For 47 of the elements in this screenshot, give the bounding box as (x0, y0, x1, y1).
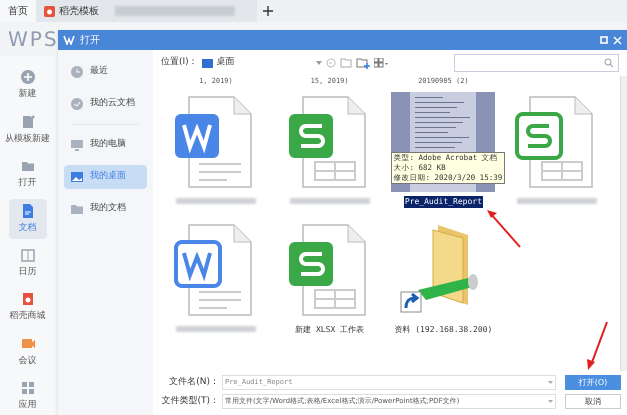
maximize-icon[interactable] (600, 36, 608, 44)
rail-item[interactable]: 打开 (8, 154, 46, 194)
rail-item[interactable]: 日历 (8, 244, 46, 283)
rail-item[interactable]: 新建 (8, 66, 46, 106)
place-item[interactable]: 最近 (64, 60, 147, 84)
filetype-label: 文件类型(T)： (160, 394, 219, 408)
close-icon[interactable] (613, 36, 622, 44)
cloud-icon (70, 97, 84, 111)
rail-item[interactable]: 稻壳商城 (8, 288, 46, 328)
search-field[interactable] (454, 54, 619, 72)
monitor-icon (70, 138, 84, 152)
app-logo-icon (63, 35, 75, 45)
location-dropdown[interactable]: 桌面 (202, 56, 322, 70)
clock-icon (70, 65, 84, 79)
apps-icon (20, 380, 36, 396)
app-logo: WPS (8, 26, 59, 53)
location-label: 位置(I)： (161, 56, 198, 70)
rail-item[interactable]: 会议 (8, 332, 46, 372)
calendar-icon (20, 246, 36, 263)
plus-icon (20, 69, 36, 86)
desktop-icon (202, 58, 213, 68)
rail-item[interactable]: 应用 (8, 376, 46, 415)
app-tab[interactable]: 稻壳模板 (36, 0, 107, 22)
dialog-title: 打开 (80, 34, 101, 48)
back-icon[interactable] (326, 58, 336, 68)
new-folder-icon[interactable] (356, 58, 370, 68)
plus-icon (263, 6, 273, 16)
caret-icon (316, 61, 322, 65)
app-tab[interactable]: 首页 (0, 0, 36, 22)
place-item[interactable]: 我的文档 (64, 197, 147, 221)
cancel-button[interactable]: 取消 (565, 394, 621, 409)
desktop-icon (70, 170, 84, 184)
place-item[interactable]: 我的云文档 (64, 92, 147, 116)
filename-label: 文件名(N)： (168, 376, 219, 389)
up-folder-icon[interactable] (340, 58, 352, 68)
caret-icon (548, 381, 553, 384)
place-item[interactable]: 我的电脑 (64, 133, 147, 157)
view-grid-icon[interactable] (374, 58, 388, 68)
file-name[interactable]: Pre_Audit_Report (404, 196, 483, 208)
search-icon (604, 58, 614, 68)
scrollbar[interactable] (620, 76, 627, 371)
arrow-annotation (486, 209, 522, 249)
file-name[interactable]: 新建 XLSX 工作表 (294, 324, 366, 336)
arrow-annotation (585, 321, 609, 371)
file-name[interactable]: 资料 (192.168.38.200) (393, 324, 494, 336)
folder-icon (70, 202, 84, 216)
caret-icon (548, 400, 553, 403)
